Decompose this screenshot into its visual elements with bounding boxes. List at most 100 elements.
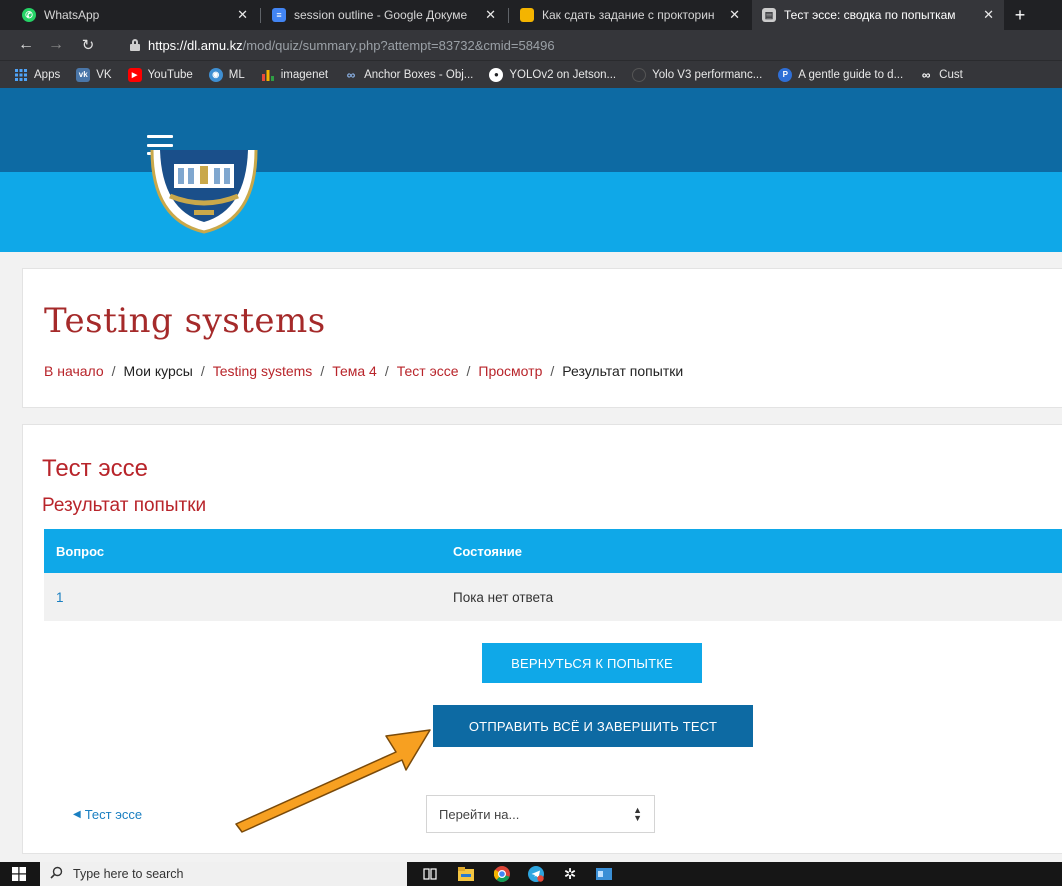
lock-icon bbox=[130, 39, 140, 51]
tab-title: Тест эссе: сводка по попыткам bbox=[784, 8, 956, 22]
question-status: Пока нет ответа bbox=[453, 589, 554, 605]
bookmarks-bar: Apps vk VK ▶ YouTube ◉ ML imagenet ∞ Anc… bbox=[0, 60, 1062, 88]
telegram-icon[interactable] bbox=[528, 866, 544, 882]
previous-activity-link[interactable]: ◀ Тест эссе bbox=[73, 807, 142, 822]
breadcrumb-quiz[interactable]: Тест эссе bbox=[397, 363, 459, 379]
whatsapp-icon: ✆ bbox=[22, 8, 36, 22]
bookmark-label: Cust bbox=[939, 68, 963, 81]
attempt-summary-title: Результат попытки bbox=[42, 495, 207, 516]
bookmark-label: VK bbox=[96, 68, 112, 81]
close-icon[interactable]: ✕ bbox=[983, 7, 994, 23]
blank-page-icon bbox=[632, 67, 647, 82]
imagenet-icon bbox=[261, 68, 275, 82]
table-header: Вопрос Состояние bbox=[44, 529, 1062, 573]
github-icon: ● bbox=[489, 67, 504, 82]
google-slides-icon bbox=[520, 8, 534, 22]
bookmark-label: ML bbox=[228, 68, 245, 81]
taskbar-search[interactable]: Type here to search bbox=[40, 862, 407, 886]
tab-proctoring[interactable]: Как сдать задание с прокторин ✕ bbox=[510, 0, 750, 30]
youtube-icon: ▶ bbox=[127, 67, 142, 82]
browser-tab-bar: ✆ WhatsApp ✕ ≡ session outline - Google … bbox=[0, 0, 1062, 30]
university-logo-icon bbox=[150, 150, 258, 234]
url-path: /mod/quiz/summary.php?attempt=83732&cmid… bbox=[242, 37, 555, 53]
question-link[interactable]: 1 bbox=[56, 590, 64, 605]
infinity-icon: ∞ bbox=[921, 67, 931, 82]
bookmark-anchor-boxes[interactable]: ∞ Anchor Boxes - Obj... bbox=[344, 68, 474, 82]
pinterest-p-icon: P bbox=[778, 67, 793, 82]
breadcrumb-separator: / bbox=[384, 363, 389, 379]
google-docs-icon: ≡ bbox=[272, 8, 286, 22]
breadcrumb: В начало / Мои курсы / Testing systems /… bbox=[44, 363, 683, 379]
bookmark-label: Yolo V3 performanc... bbox=[652, 68, 763, 81]
close-icon[interactable]: ✕ bbox=[485, 7, 496, 23]
breadcrumb-separator: / bbox=[200, 363, 205, 379]
search-icon bbox=[50, 866, 63, 882]
bookmark-yolov3[interactable]: Yolo V3 performanc... bbox=[632, 67, 763, 82]
forward-arrow-icon[interactable]: → bbox=[46, 35, 66, 55]
vk-icon: vk bbox=[76, 67, 91, 82]
breadcrumb-separator: / bbox=[550, 363, 555, 379]
column-header-question: Вопрос bbox=[56, 543, 105, 559]
new-tab-button[interactable]: + bbox=[1006, 0, 1034, 30]
chrome-icon[interactable] bbox=[494, 866, 510, 882]
main-content: Тест эссе Результат попытки Вопрос Состо… bbox=[22, 424, 1062, 854]
table-row: 1 Пока нет ответа bbox=[44, 573, 1062, 621]
triangle-left-icon: ◀ bbox=[73, 809, 81, 820]
tab-title: session outline - Google Докуме bbox=[294, 8, 468, 22]
submit-all-and-finish-button[interactable]: ОТПРАВИТЬ ВСЁ И ЗАВЕРШИТЬ ТЕСТ bbox=[433, 705, 753, 747]
highlight-arrow-icon bbox=[235, 729, 431, 833]
close-icon[interactable]: ✕ bbox=[237, 7, 248, 23]
bookmark-label: YouTube bbox=[147, 68, 193, 81]
file-explorer-icon[interactable] bbox=[458, 866, 474, 882]
windows-taskbar: Type here to search ✲ bbox=[0, 862, 1062, 886]
bookmark-label: A gentle guide to d... bbox=[798, 68, 904, 81]
bookmark-cust[interactable]: ∞ Cust bbox=[919, 68, 963, 82]
breadcrumb-topic[interactable]: Тема 4 bbox=[332, 363, 377, 379]
reload-icon[interactable]: ↻ bbox=[78, 35, 98, 55]
breadcrumb-current: Результат попытки bbox=[562, 363, 684, 379]
tab-session-outline[interactable]: ≡ session outline - Google Докуме ✕ bbox=[262, 0, 506, 30]
url-host: dl.amu.kz bbox=[187, 37, 243, 53]
search-placeholder: Type here to search bbox=[73, 867, 184, 881]
moodle-page-icon: ▤ bbox=[762, 8, 776, 22]
tab-title: Как сдать задание с прокторин bbox=[542, 8, 715, 22]
bookmark-apps[interactable]: Apps bbox=[14, 68, 60, 82]
url-field[interactable]: https://dl.amu.kz/mod/quiz/summary.php?a… bbox=[130, 34, 1030, 56]
quiz-title: Тест эссе bbox=[42, 455, 148, 482]
select-updown-icon: ▲ ▼ bbox=[633, 805, 642, 823]
breadcrumb-separator: / bbox=[466, 363, 471, 379]
bookmark-label: Anchor Boxes - Obj... bbox=[364, 68, 474, 81]
bookmark-label: imagenet bbox=[280, 68, 329, 81]
breadcrumb-course[interactable]: Testing systems bbox=[213, 363, 313, 379]
address-bar: ← → ↻ https://dl.amu.kz/mod/quiz/summary… bbox=[0, 30, 1062, 60]
breadcrumb-my-courses: Мои курсы bbox=[123, 363, 193, 379]
app-window-icon[interactable] bbox=[596, 866, 612, 882]
windows-start-icon[interactable] bbox=[12, 867, 26, 881]
return-to-attempt-button[interactable]: ВЕРНУТЬСЯ К ПОПЫТКЕ bbox=[482, 643, 702, 683]
task-view-icon[interactable] bbox=[422, 866, 438, 882]
breadcrumb-home[interactable]: В начало bbox=[44, 363, 104, 379]
tab-whatsapp[interactable]: ✆ WhatsApp ✕ bbox=[12, 0, 258, 30]
url-scheme: https:// bbox=[148, 37, 188, 53]
tab-quiz-summary[interactable]: ▤ Тест эссе: сводка по попыткам ✕ bbox=[752, 0, 1004, 30]
bookmark-ml[interactable]: ◉ ML bbox=[208, 67, 245, 82]
bookmark-label: YOLOv2 on Jetson... bbox=[509, 68, 617, 81]
jump-to-select[interactable]: Перейти на... ▲ ▼ bbox=[426, 795, 655, 833]
tab-title: WhatsApp bbox=[44, 8, 100, 22]
breadcrumb-separator: / bbox=[111, 363, 116, 379]
back-arrow-icon[interactable]: ← bbox=[16, 35, 36, 55]
breadcrumb-separator: / bbox=[320, 363, 325, 379]
previous-activity-label: Тест эссе bbox=[84, 807, 143, 822]
bookmark-vk[interactable]: vk VK bbox=[76, 67, 112, 82]
bookmark-imagenet[interactable]: imagenet bbox=[261, 68, 328, 82]
course-title: Testing systems bbox=[44, 301, 326, 341]
page-header: Testing systems В начало / Мои курсы / T… bbox=[22, 268, 1062, 408]
apps-grid-icon bbox=[14, 68, 28, 82]
bookmark-yolov2[interactable]: ● YOLOv2 on Jetson... bbox=[489, 67, 617, 82]
bookmark-youtube[interactable]: ▶ YouTube bbox=[127, 67, 193, 82]
bookmark-gentle-guide[interactable]: P A gentle guide to d... bbox=[778, 67, 904, 82]
attempt-summary-table: Вопрос Состояние 1 Пока нет ответа bbox=[44, 529, 1062, 621]
settings-gear-icon[interactable]: ✲ bbox=[562, 866, 578, 883]
breadcrumb-view[interactable]: Просмотр bbox=[478, 363, 542, 379]
close-icon[interactable]: ✕ bbox=[729, 7, 740, 23]
